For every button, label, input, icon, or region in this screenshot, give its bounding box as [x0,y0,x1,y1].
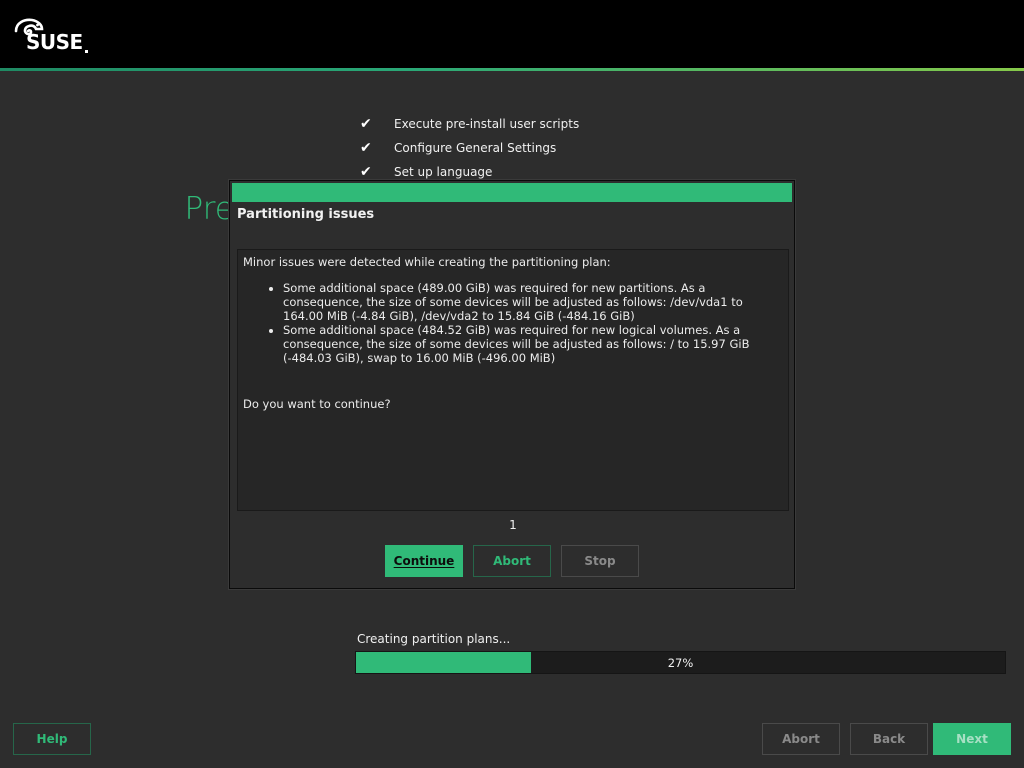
logo-text: SUSE [26,30,83,54]
dialog-message-area: Minor issues were detected while creatin… [237,249,789,511]
dialog-intro: Minor issues were detected while creatin… [243,255,611,269]
progress-label: Creating partition plans... [357,632,511,646]
progress-bar: 27% [355,651,1006,674]
continue-button[interactable]: Continue [385,545,463,577]
stop-button[interactable]: Stop [561,545,639,577]
progress-percent: 27% [667,655,694,670]
check-icon: ✔ [360,164,372,180]
step-label: Configure General Settings [394,141,557,155]
check-icon: ✔ [360,140,372,156]
step-item: ✔ Configure General Settings [360,136,579,160]
dialog-abort-button-label: Abort [493,554,531,568]
header-accent-line [0,68,1024,71]
abort-button-label: Abort [782,732,820,746]
dialog-title: Partitioning issues [237,207,375,222]
suse-logo: SUSE [14,17,88,57]
install-steps-list: ✔ Execute pre-install user scripts ✔ Con… [360,112,579,184]
back-button[interactable]: Back [850,723,928,755]
logo-dot [85,50,88,53]
next-button[interactable]: Next [933,723,1011,755]
dialog-title-bar [232,183,792,202]
partitioning-issues-dialog: Partitioning issues Minor issues were de… [229,180,795,589]
step-label: Set up language [394,165,493,179]
dialog-abort-button[interactable]: Abort [473,545,551,577]
help-button[interactable]: Help [13,723,91,755]
next-button-label: Next [956,732,988,746]
abort-button[interactable]: Abort [762,723,840,755]
issue-item: Some additional space (484.52 GiB) was r… [283,323,782,365]
help-button-label: Help [36,732,68,746]
check-icon: ✔ [360,116,372,132]
issue-item: Some additional space (489.00 GiB) was r… [283,281,782,323]
countdown-counter: 1 [509,518,517,532]
step-label: Execute pre-install user scripts [394,117,580,131]
continue-button-label: Continue [393,554,455,568]
back-button-label: Back [872,732,906,746]
stop-button-label: Stop [584,554,616,568]
issues-list: Some additional space (489.00 GiB) was r… [271,281,782,365]
dialog-question: Do you want to continue? [243,397,391,411]
step-item: ✔ Execute pre-install user scripts [360,112,579,136]
header-bar: SUSE [0,0,1024,70]
